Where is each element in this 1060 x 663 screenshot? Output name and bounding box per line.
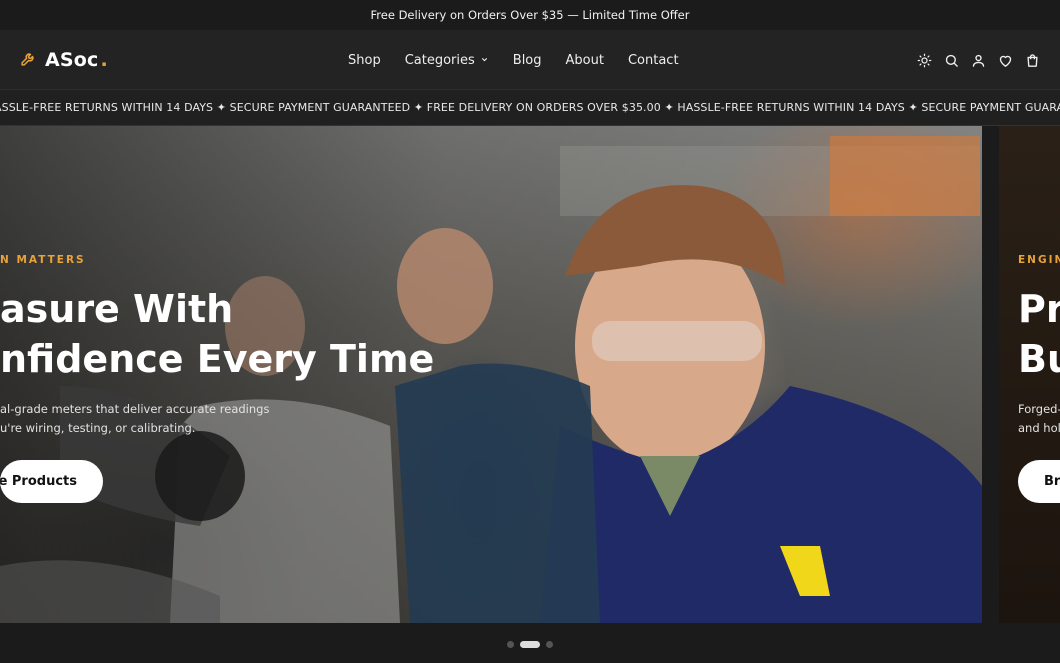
site-header: ASoc. Shop Categories Blog About Contact [0,30,1060,90]
next-eyebrow: ENGIN [1018,254,1060,266]
nav-about-label: About [565,52,604,68]
nav-shop[interactable]: Shop [348,53,381,68]
carousel-dot-2[interactable] [520,641,540,648]
nav-about[interactable]: About [566,53,604,68]
nav-categories[interactable]: Categories [405,53,489,68]
main-nav: Shop Categories Blog About Contact [348,30,679,90]
ticker-text: ASSLE-FREE RETURNS WITHIN 14 DAYS ✦ SECU… [0,101,1060,114]
header-actions [916,30,1040,90]
nav-contact[interactable]: Contact [628,53,679,68]
promo-ticker: ASSLE-FREE RETURNS WITHIN 14 DAYS ✦ SECU… [0,90,1060,126]
announcement-bar: Free Delivery on Orders Over $35 — Limit… [0,0,1060,30]
slide-next[interactable]: ENGIN Pr Bu Forged- and hol Br [999,126,1060,623]
slide-headline: asure With nfidence Every Time [0,284,434,384]
hero-carousel: N MATTERS asure With nfidence Every Time… [0,126,1060,623]
carousel-dot-1[interactable] [507,641,514,648]
cart-icon[interactable] [1024,52,1040,68]
nav-shop-label: Shop [348,52,381,68]
next-cta-button[interactable]: Br [1018,460,1060,503]
search-icon[interactable] [943,52,959,68]
brand-dot: . [100,49,108,71]
carousel-dot-3[interactable] [546,641,553,648]
brand-name: ASoc [45,49,99,71]
nav-blog-label: Blog [512,52,542,68]
headline-line-1: asure With [0,287,234,331]
carousel-dots [0,641,1060,648]
logo[interactable]: ASoc. [20,30,108,90]
desc-line-1: al-grade meters that deliver accurate re… [0,402,270,416]
slide-next-content: ENGIN Pr Bu Forged- and hol Br [1018,254,1060,503]
announcement-text: Free Delivery on Orders Over $35 — Limit… [370,8,690,22]
user-icon[interactable] [970,52,986,68]
sun-icon[interactable] [916,52,932,68]
chevron-down-icon [480,53,489,68]
next-headline-line-2: Bu [1018,337,1060,381]
headline-line-2: nfidence Every Time [0,337,435,381]
next-desc-line-1: Forged- [1018,402,1060,416]
heart-icon[interactable] [997,52,1013,68]
next-desc-line-2: and hol [1018,421,1060,435]
slide-active[interactable]: N MATTERS asure With nfidence Every Time… [0,126,982,623]
desc-line-2: u're wiring, testing, or calibrating. [0,421,196,435]
nav-contact-label: Contact [627,52,679,68]
next-headline: Pr Bu [1018,284,1060,384]
browse-products-button[interactable]: se Products [0,460,103,503]
wrench-icon [20,50,37,71]
nav-blog[interactable]: Blog [513,53,542,68]
next-description: Forged- and hol [1018,400,1060,438]
slide-eyebrow: N MATTERS [0,254,86,266]
slide-description: al-grade meters that deliver accurate re… [0,400,434,438]
next-headline-line-1: Pr [1018,287,1060,331]
slide-active-content: N MATTERS asure With nfidence Every Time… [0,254,434,503]
nav-categories-label: Categories [404,52,475,68]
